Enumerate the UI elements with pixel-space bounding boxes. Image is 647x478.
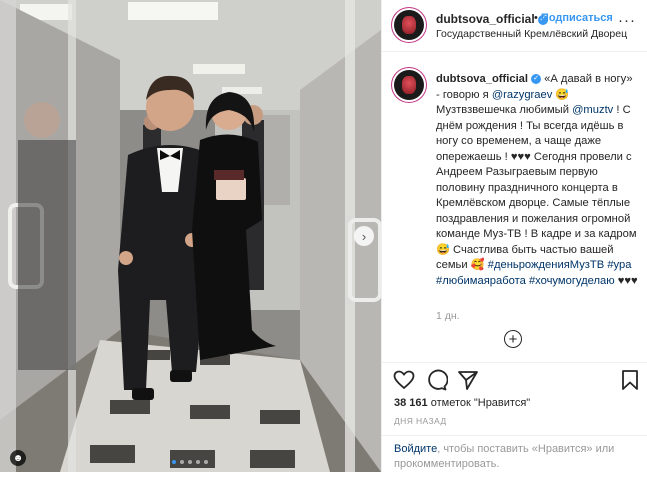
caption: dubtsova_official ✓ «А давай в ногу» - го…: [436, 72, 638, 289]
mention-link[interactable]: @muztv: [572, 104, 613, 116]
hashtag-link[interactable]: #деньрожденияМузТВ: [488, 259, 604, 271]
comment-age[interactable]: 1 дн.: [436, 310, 460, 322]
load-more-comments-button[interactable]: +: [504, 330, 522, 348]
header-username[interactable]: dubtsova_official ✓: [436, 12, 548, 26]
likes-count[interactable]: 38 161 отметок "Нравится": [394, 397, 530, 409]
hashtag-link[interactable]: #любимаяработа: [436, 275, 526, 287]
username-text[interactable]: dubtsova_official: [436, 12, 535, 26]
carousel-dot: [188, 460, 192, 464]
verified-icon: ✓: [531, 74, 542, 85]
carousel-dots: [172, 460, 208, 464]
hashtag-link[interactable]: #ура: [607, 259, 631, 271]
caption-username[interactable]: dubtsova_official: [436, 73, 528, 85]
post-header: dubtsova_official ✓ • Подписаться Государ…: [382, 0, 647, 52]
carousel-dot: [180, 460, 184, 464]
carousel-next-button[interactable]: ›: [354, 226, 374, 246]
post-date[interactable]: ДНЯ НАЗАД: [394, 416, 447, 426]
avatar[interactable]: [394, 10, 424, 40]
carousel-dot: [204, 460, 208, 464]
follow-label[interactable]: Подписаться: [541, 12, 613, 24]
likes-label: отметок "Нравится": [427, 397, 531, 409]
carousel-dot: [196, 460, 200, 464]
carousel-dot: [172, 460, 176, 464]
chevron-right-icon: ›: [361, 228, 367, 244]
caption-text: ! С днём рождения ! Ты всегда идёшь в но…: [436, 104, 637, 271]
user-tag-icon[interactable]: ☻: [10, 450, 26, 466]
location-link[interactable]: Государственный Кремлёвский Дворец: [436, 28, 627, 40]
likes-number[interactable]: 38 161: [394, 397, 428, 409]
heart-icon[interactable]: [392, 368, 416, 392]
login-link[interactable]: Войдите: [394, 443, 437, 455]
post-panel: dubtsova_official ✓ • Подписаться Государ…: [381, 0, 647, 472]
mention-link[interactable]: @razygraev: [492, 89, 552, 101]
post-photo[interactable]: › ☻: [0, 0, 381, 472]
share-icon[interactable]: [456, 368, 480, 392]
comment-icon[interactable]: [424, 368, 448, 392]
avatar[interactable]: [394, 70, 424, 100]
caption-text: ♥♥♥: [614, 274, 638, 287]
follow-button[interactable]: • Подписаться: [534, 12, 613, 24]
separator: •: [534, 12, 538, 24]
more-dots-icon[interactable]: ···: [618, 12, 636, 29]
bookmark-icon[interactable]: [618, 368, 642, 392]
comments-area: dubtsova_official ✓ «А давай в ногу» - го…: [382, 52, 647, 362]
photo-scene: [0, 0, 381, 472]
hashtag-link[interactable]: #хочумогуделаю: [529, 275, 615, 287]
post-actions: 38 161 отметок "Нравится" ДНЯ НАЗАД Войд…: [382, 362, 647, 472]
plus-circle-icon: +: [508, 330, 518, 348]
